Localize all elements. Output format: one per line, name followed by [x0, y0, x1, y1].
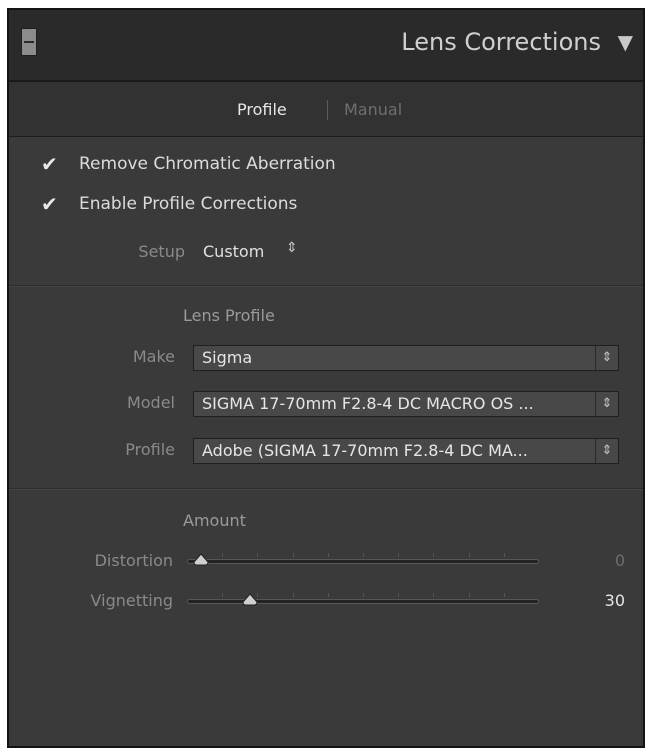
profile-corrections-label[interactable]: Enable Profile Corrections — [79, 194, 297, 214]
slider-tick — [433, 553, 435, 557]
vignetting-value[interactable]: 30 — [585, 591, 625, 610]
tab-profile[interactable]: Profile — [237, 100, 287, 119]
slider-tick — [292, 593, 294, 597]
model-updown-icon[interactable]: ⇕ — [595, 392, 618, 416]
slider-tick — [398, 593, 400, 597]
slider-tick — [468, 553, 470, 557]
profile-value: Adobe (SIGMA 17-70mm F2.8-4 DC MA... — [202, 441, 528, 460]
slider-tick — [222, 593, 224, 597]
slider-tick — [433, 593, 435, 597]
tab-manual[interactable]: Manual — [344, 100, 402, 119]
slider-tick — [398, 553, 400, 557]
slider-tick — [363, 593, 364, 597]
setup-label: Setup — [138, 242, 185, 261]
subtab-bar: Profile Manual — [9, 82, 643, 137]
distortion-slider-track[interactable] — [187, 559, 539, 564]
amount-title: Amount — [183, 511, 246, 530]
chromatic-aberration-label[interactable]: Remove Chromatic Aberration — [79, 154, 336, 174]
lens-corrections-panel: Lens Corrections ▼ Profile Manual ✔ Remo… — [7, 8, 645, 748]
chromatic-aberration-checkbox[interactable]: ✔ — [41, 154, 58, 174]
panel-header[interactable]: Lens Corrections ▼ — [9, 10, 643, 82]
profile-updown-icon[interactable]: ⇕ — [595, 439, 618, 463]
model-select[interactable]: SIGMA 17-70mm F2.8-4 DC MACRO OS ... ⇕ — [193, 391, 619, 417]
setup-updown-icon[interactable]: ⇕ — [286, 240, 298, 256]
slider-tick — [363, 553, 364, 557]
slider-tick — [222, 553, 224, 557]
make-label: Make — [132, 347, 175, 366]
distortion-ticks — [187, 553, 539, 557]
slider-tick — [327, 553, 329, 557]
slider-tick — [327, 593, 329, 597]
make-value: Sigma — [202, 348, 253, 367]
slider-tick — [503, 593, 505, 597]
distortion-value[interactable]: 0 — [585, 551, 625, 570]
model-label: Model — [126, 393, 175, 412]
vignetting-slider-track[interactable] — [187, 599, 539, 604]
profile-select[interactable]: Adobe (SIGMA 17-70mm F2.8-4 DC MA... ⇕ — [193, 438, 619, 464]
section-divider — [9, 488, 643, 490]
slider-tick — [257, 553, 259, 557]
make-updown-icon[interactable]: ⇕ — [595, 346, 618, 370]
slider-tick — [503, 553, 505, 557]
lens-profile-title: Lens Profile — [183, 306, 275, 325]
profile-label: Profile — [125, 440, 175, 459]
vignetting-ticks — [187, 593, 539, 597]
slider-tick — [468, 593, 470, 597]
slider-tick — [292, 553, 294, 557]
collapse-triangle-icon[interactable]: ▼ — [618, 30, 633, 54]
vignetting-label: Vignetting — [90, 591, 173, 610]
profile-corrections-checkbox[interactable]: ✔ — [41, 194, 58, 214]
tab-separator — [327, 100, 328, 120]
panel-solo-toggle[interactable] — [21, 28, 37, 56]
distortion-label: Distortion — [94, 551, 173, 570]
section-divider — [9, 285, 643, 287]
model-value: SIGMA 17-70mm F2.8-4 DC MACRO OS ... — [202, 394, 534, 413]
make-select[interactable]: Sigma ⇕ — [193, 345, 619, 371]
slider-thumb-icon — [193, 553, 209, 566]
setup-dropdown[interactable]: Custom — [203, 242, 264, 261]
slider-thumb-icon — [242, 593, 258, 606]
panel-title: Lens Corrections — [401, 28, 601, 56]
